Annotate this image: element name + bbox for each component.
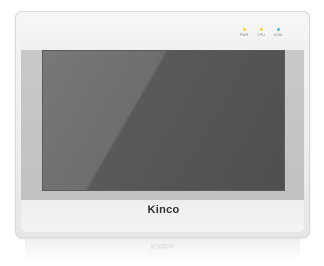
pwr-led-icon	[242, 28, 246, 31]
com-led-icon	[276, 28, 280, 31]
cpu-led-icon	[259, 28, 263, 31]
pwr-indicator: PWR	[237, 28, 251, 37]
hmi-touch-panel: PWR CPU COM Kinco	[15, 11, 310, 238]
reflection-brand: Kinco	[150, 242, 174, 251]
product-photo: PWR CPU COM Kinco Kinco	[0, 0, 324, 266]
cpu-indicator: CPU	[254, 28, 268, 37]
com-label: COM	[273, 33, 283, 37]
pwr-label: PWR	[239, 33, 249, 37]
brand-logo: Kinco	[147, 204, 180, 216]
cpu-label: CPU	[257, 33, 265, 37]
display-screen	[42, 50, 285, 191]
com-indicator: COM	[271, 28, 285, 37]
